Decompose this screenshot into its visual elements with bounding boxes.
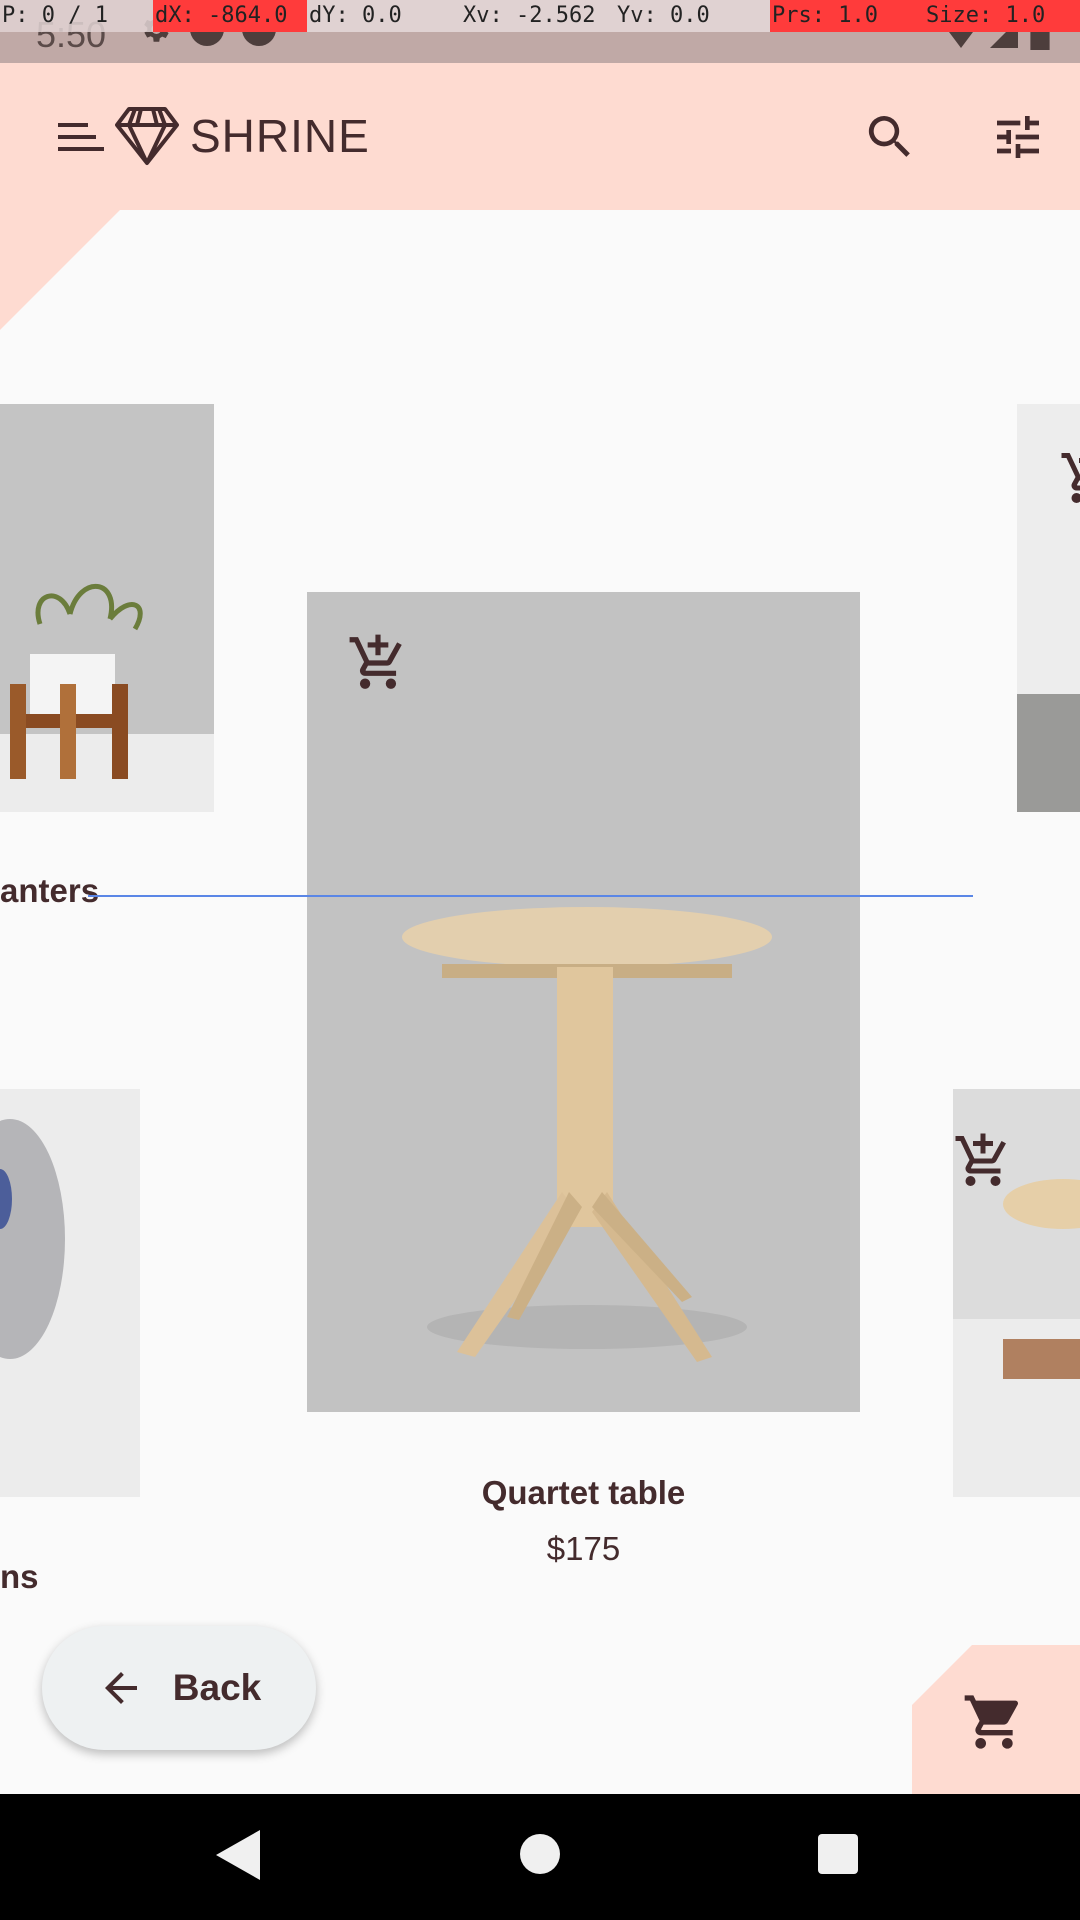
product-image-right-top[interactable]: [1017, 404, 1080, 812]
app-bar: SHRINE: [0, 63, 1080, 210]
product-image-planters[interactable]: [0, 404, 214, 812]
debug-dx: dX: -864.0: [153, 0, 307, 32]
menu-icon[interactable]: [58, 121, 106, 153]
planter-image: [0, 404, 214, 812]
diamond-logo-icon: [115, 107, 179, 165]
debug-pointer: P: 0 / 1: [0, 0, 153, 32]
product-name-planters: anters: [0, 872, 100, 909]
arrow-back-icon: [104, 1672, 137, 1704]
product-image-left-bottom[interactable]: [0, 1089, 140, 1497]
debug-xv: Xv: -2.562: [461, 0, 615, 32]
nav-home-icon[interactable]: [520, 1834, 560, 1874]
back-button[interactable]: Back: [42, 1626, 316, 1750]
shopping-cart-icon: [964, 1695, 1019, 1749]
back-button-label: Back: [172, 1667, 262, 1708]
product-name-quartet-table: Quartet table: [481, 1474, 686, 1511]
add-to-cart-icon[interactable]: [953, 1131, 1013, 1191]
search-icon[interactable]: [862, 109, 918, 165]
floor-image: [1017, 694, 1080, 812]
product-photo: [0, 1089, 140, 1497]
debug-yv: Yv: 0.0: [615, 0, 770, 32]
debug-prs: Prs: 1.0: [770, 0, 924, 32]
product-price-quartet-table: $175: [546, 1530, 621, 1567]
table-image: [307, 592, 860, 1412]
filter-tune-icon[interactable]: [990, 109, 1046, 165]
product-image-quartet-table[interactable]: [307, 592, 860, 1412]
product-image-right-bottom[interactable]: [953, 1089, 1080, 1497]
product-name-left-bottom: ns: [0, 1558, 39, 1595]
debug-size: Size: 1.0: [924, 0, 1080, 32]
nav-recents-icon[interactable]: [818, 1834, 858, 1874]
nav-back-icon[interactable]: [216, 1830, 260, 1880]
add-to-cart-icon[interactable]: [347, 632, 409, 694]
pointer-trail-line: [88, 895, 973, 897]
debug-dy: dY: 0.0: [307, 0, 461, 32]
app-title: SHRINE: [190, 110, 370, 162]
add-to-cart-icon[interactable]: [1059, 448, 1080, 508]
pointer-location-overlay: P: 0 / 1 dX: -864.0 dY: 0.0 Xv: -2.562 Y…: [0, 0, 1080, 32]
system-navigation-bar: [0, 1794, 1080, 1920]
backdrop-notch: [0, 210, 120, 330]
